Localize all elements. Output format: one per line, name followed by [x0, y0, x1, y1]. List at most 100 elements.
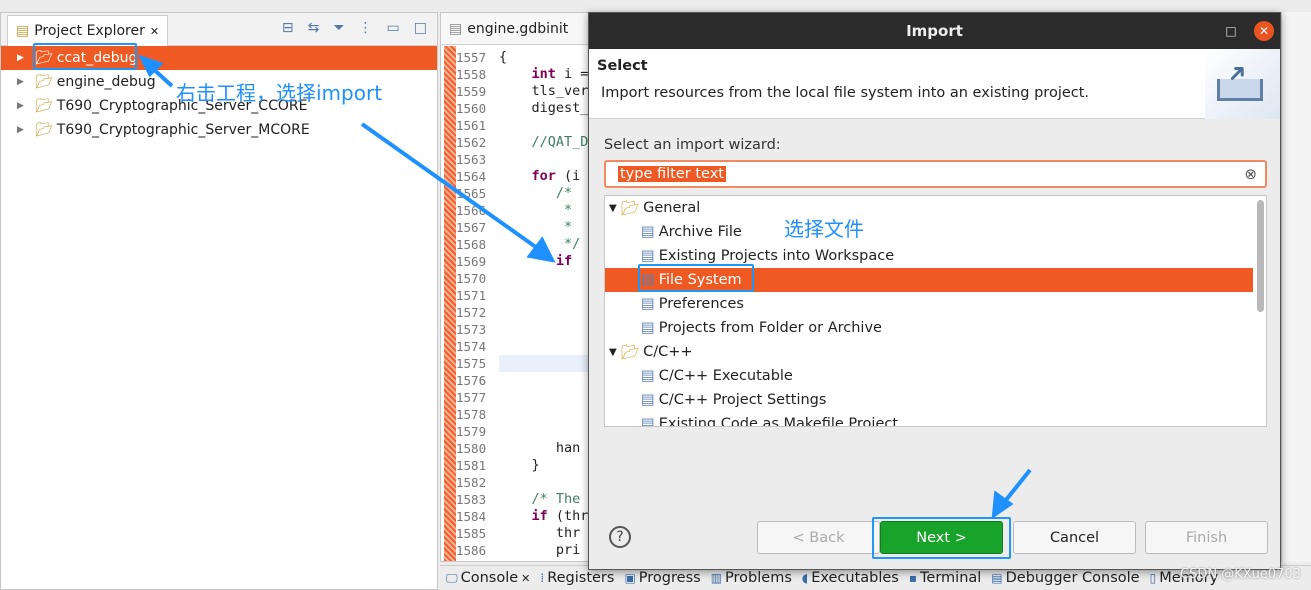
close-icon[interactable]: ✕ — [150, 25, 159, 38]
wizard-item[interactable]: ▤ Existing Code as Makefile Project — [605, 412, 1253, 427]
close-icon[interactable]: ✕ — [1254, 21, 1274, 41]
tree-scrollbar[interactable] — [1257, 200, 1264, 312]
wizard-icon: ▤ — [641, 392, 655, 408]
file-icon: ▤ — [449, 20, 463, 37]
expand-icon[interactable]: ▼ — [609, 347, 617, 358]
panel-tabbar: ▤ Project Explorer ✕ ⊟ ⇆ ⏷ ⋮ ▭ □ — [1, 13, 437, 46]
line-number: 1573 — [456, 322, 487, 337]
code-editor[interactable]: ▤ engine.gdbinit 1557 {1558 int i = 1559 tl… — [440, 12, 590, 562]
close-icon[interactable]: ✕ — [521, 572, 530, 585]
finish-button[interactable]: Finish — [1145, 521, 1268, 554]
help-icon[interactable]: ? — [609, 526, 631, 548]
code-line: digest_ — [499, 100, 589, 116]
filter-input[interactable]: type filter text ⊗ — [604, 160, 1267, 188]
wizard-item[interactable]: ▤ C/C++ Project Settings — [605, 388, 1253, 412]
executables-icon: ◖ — [801, 571, 809, 585]
project-icon: 📂︎ — [35, 98, 53, 114]
tab-registers[interactable]: ⁞ Registers — [540, 570, 614, 586]
line-number: 1574 — [456, 339, 487, 354]
line-number: 1570 — [456, 271, 487, 286]
line-number: 1584 — [456, 509, 487, 524]
tab-label: Problems — [725, 570, 792, 586]
terminal-icon: ▪ — [908, 571, 918, 585]
expand-icon[interactable]: ▶ — [17, 53, 31, 63]
dialog-titlebar: Import □ ✕ — [589, 13, 1280, 49]
tab-label: Executables — [811, 570, 899, 586]
line-number: 1565 — [456, 186, 487, 201]
project-label: T690_Cryptographic_Server_MCORE — [56, 122, 310, 138]
project-icon: 📂︎ — [35, 122, 53, 138]
back-button[interactable]: < Back — [757, 521, 880, 554]
tab-project-explorer[interactable]: ▤ Project Explorer ✕ — [7, 15, 169, 46]
link-editor-icon[interactable]: ⇆ — [308, 20, 320, 36]
tab-problems[interactable]: ▥ Problems — [711, 570, 792, 586]
line-number: 1563 — [456, 152, 487, 167]
folder-icon: ▤ — [16, 23, 30, 39]
tab-terminal[interactable]: ▪ Terminal — [909, 570, 981, 586]
tab-debugger-console[interactable]: ▤ Debugger Console — [991, 570, 1139, 586]
code-line: /* The — [531, 491, 581, 507]
menu-icon[interactable]: ⋮ — [359, 20, 373, 36]
line-number: 1579 — [456, 424, 487, 439]
line-number: 1578 — [456, 407, 487, 422]
tab-engine-gdbinit[interactable]: ▤ engine.gdbinit — [441, 13, 589, 45]
line-number: 1582 — [456, 475, 487, 490]
line-number: 1561 — [456, 118, 487, 133]
project-label: engine_debug — [56, 74, 156, 90]
wizard-label: General — [643, 200, 701, 216]
console-icon: 🖵︎ — [446, 570, 458, 585]
wizard-icon: ▤ — [641, 416, 655, 427]
maximize-icon[interactable]: □ — [1222, 22, 1240, 40]
tab-label: Console — [460, 570, 519, 586]
wizard-label: Existing Code as Makefile Project — [658, 416, 899, 427]
clear-icon[interactable]: ⊗ — [1244, 165, 1257, 183]
line-number: 1562 — [456, 135, 487, 150]
maximize-icon[interactable]: □ — [414, 20, 427, 36]
tab-label: engine.gdbinit — [467, 20, 569, 37]
expand-icon[interactable]: ▼ — [609, 203, 617, 214]
code-line — [499, 355, 589, 372]
project-icon: 📂︎ — [35, 74, 53, 90]
wizard-label: C/C++ — [643, 344, 693, 360]
tab-console[interactable]: 🖵︎ Console ✕ — [446, 570, 530, 586]
line-number: 1560 — [456, 101, 487, 116]
line-number: 1577 — [456, 390, 487, 405]
tab-progress[interactable]: ▣ Progress — [624, 570, 700, 586]
line-number: 1571 — [456, 288, 487, 303]
expand-icon[interactable]: ▶ — [17, 101, 31, 111]
code-line: tls_ver — [499, 83, 589, 99]
memory-icon: ▯ — [1149, 571, 1157, 585]
line-number: 1575 — [456, 356, 487, 371]
code-line: * — [499, 219, 573, 235]
expand-icon[interactable]: ▶ — [17, 125, 31, 135]
filter-icon[interactable]: ⏷ — [333, 20, 344, 36]
cancel-button[interactable]: Cancel — [1013, 521, 1136, 554]
wizard-item[interactable]: ▤ Archive File — [605, 220, 1253, 244]
wizard-label: Existing Projects into Workspace — [658, 248, 895, 264]
code-line: /* — [555, 185, 573, 201]
problems-icon: ▥ — [710, 571, 723, 585]
collapse-all-icon[interactable]: ⊟ — [282, 20, 294, 36]
code-line: //QAT_D — [531, 134, 589, 150]
line-number: 1581 — [456, 458, 487, 473]
folder-icon: 📂︎ — [620, 200, 640, 217]
tab-executables[interactable]: ◖ Executables — [802, 570, 899, 586]
minimize-icon[interactable]: ▭ — [387, 20, 400, 36]
wizard-item[interactable]: ▤ Projects from Folder or Archive — [605, 316, 1253, 340]
wizard-item[interactable]: ▤ C/C++ Executable — [605, 364, 1253, 388]
project-item[interactable]: ▶ 📂︎ T690_Cryptographic_Server_MCORE — [1, 118, 437, 142]
code-line: thr — [499, 525, 581, 541]
wizard-icon: ▤ — [641, 320, 655, 336]
wizard-item[interactable]: ▤ Preferences — [605, 292, 1253, 316]
right-panel-edge — [1281, 12, 1311, 562]
header-description: Import resources from the local file sys… — [601, 85, 1090, 101]
wizard-item[interactable]: ▼ 📂︎ General — [605, 196, 1253, 220]
wizard-label: Preferences — [658, 296, 744, 312]
tab-label: Terminal — [920, 570, 982, 586]
wizard-icon: ▤ — [641, 248, 655, 264]
expand-icon[interactable]: ▶ — [17, 77, 31, 87]
code-line: if — [555, 253, 573, 269]
wizard-label: Projects from Folder or Archive — [658, 320, 882, 336]
wizard-tree: ▼ 📂︎ General ▤ Archive File ▤ Existing Project… — [604, 195, 1267, 427]
wizard-item[interactable]: ▼ 📂︎ C/C++ — [605, 340, 1253, 364]
